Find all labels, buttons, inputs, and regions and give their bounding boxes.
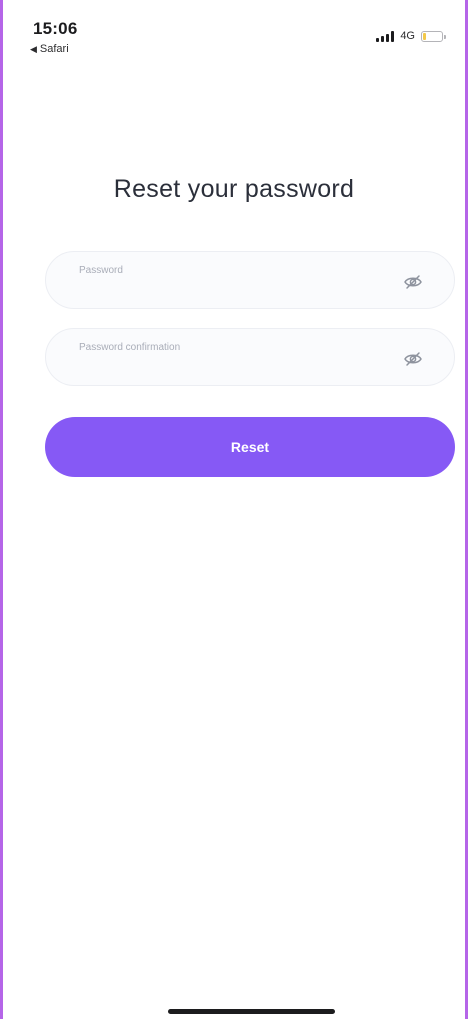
signal-bars-icon (376, 30, 395, 42)
password-input[interactable] (78, 280, 394, 300)
home-indicator[interactable] (168, 1009, 335, 1014)
battery-level (423, 32, 426, 40)
password-confirmation-label: Password confirmation (79, 342, 181, 353)
status-time: 15:06 (33, 19, 78, 38)
back-app-label: Safari (39, 43, 69, 55)
reset-button[interactable]: Reset (45, 417, 455, 477)
network-type: 4G (400, 30, 415, 42)
back-to-app-link[interactable]: ◀ Safari (30, 43, 69, 55)
password-label: Password (79, 265, 123, 276)
back-arrow-icon: ◀ (30, 43, 37, 54)
battery-icon (421, 30, 446, 42)
app-screen: 15:06 ◀ Safari 4G Reset your password Pa… (0, 0, 468, 1019)
eye-icon[interactable] (404, 274, 422, 290)
status-bar: 15:06 ◀ Safari 4G (3, 0, 465, 64)
eye-icon[interactable] (404, 351, 422, 367)
status-indicators: 4G (376, 30, 446, 42)
password-confirmation-field[interactable]: Password confirmation (45, 328, 455, 386)
password-field[interactable]: Password (45, 251, 455, 309)
password-confirmation-input[interactable] (78, 357, 394, 377)
page-title: Reset your password (113, 174, 355, 203)
